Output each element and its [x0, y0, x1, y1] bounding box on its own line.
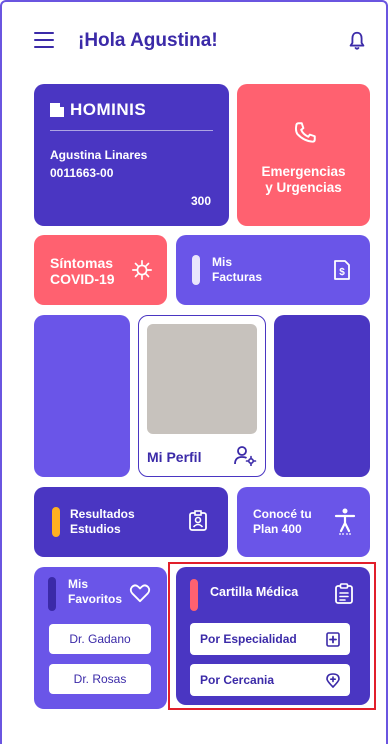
resultados-tile[interactable]: Resultados Estudios — [34, 487, 228, 557]
facturas-label-line2: Facturas — [212, 270, 263, 284]
promo-block-left[interactable] — [34, 315, 130, 477]
emergencias-tile[interactable]: Emergencias y Urgencias — [237, 84, 370, 226]
divider — [50, 130, 213, 131]
facturas-label: Mis Facturas — [212, 255, 262, 285]
covid-label-line1: Síntomas — [50, 255, 114, 271]
svg-text:$: $ — [339, 267, 345, 278]
membership-card[interactable]: HOMINIS Agustina Linares 0011663-00 300 — [34, 84, 229, 226]
plan-number: 300 — [190, 194, 211, 208]
favoritos-accent-bar — [48, 577, 56, 611]
phone-icon — [295, 122, 316, 143]
facturas-label-line1: Mis — [212, 255, 233, 269]
virus-icon — [132, 260, 152, 280]
promo-block-right[interactable] — [274, 315, 370, 477]
emergencias-label-line2: y Urgencias — [265, 180, 342, 195]
conoce-label-line1: Conocé tu — [253, 507, 312, 521]
selection-highlight — [168, 562, 376, 710]
conoce-label-line2: Plan 400 — [253, 522, 302, 536]
perfil-label: Mi Perfil — [147, 449, 202, 465]
member-id: 0011663-00 — [50, 166, 114, 180]
resultados-label-line1: Resultados — [70, 507, 135, 521]
bell-icon[interactable] — [346, 30, 368, 52]
id-badge-icon — [189, 510, 207, 531]
user-settings-icon — [234, 446, 257, 466]
heart-icon[interactable] — [129, 583, 151, 603]
emergencias-label: Emergencias y Urgencias — [237, 164, 370, 196]
covid-label-line2: COVID-19 — [50, 271, 115, 287]
favoritos-label: Mis Favoritos — [68, 577, 122, 607]
member-name: Agustina Linares — [50, 148, 148, 162]
brand-logo: HOMINIS — [50, 100, 146, 120]
facturas-accent-bar — [192, 255, 200, 285]
resultados-label-line2: Estudios — [70, 522, 121, 536]
brand-name: HOMINIS — [70, 100, 147, 119]
perfil-tile[interactable]: Mi Perfil — [138, 315, 266, 477]
favoritos-tile: Mis Favoritos Dr. Gadano Dr. Rosas — [34, 567, 167, 709]
covid-label: Síntomas COVID-19 — [50, 255, 115, 287]
favoritos-label-line1: Mis — [68, 577, 89, 591]
profile-photo — [147, 324, 257, 434]
facturas-tile[interactable]: Mis Facturas $ — [176, 235, 370, 305]
emergencias-label-line1: Emergencias — [261, 164, 346, 179]
conoce-plan-tile[interactable]: Conocé tu Plan 400 — [237, 487, 370, 557]
invoice-icon: $ — [334, 260, 350, 280]
hominis-logo-icon — [50, 101, 66, 117]
menu-icon[interactable] — [34, 32, 54, 48]
resultados-accent-bar — [52, 507, 60, 537]
page-title: ¡Hola Agustina! — [78, 30, 218, 51]
favorite-doctor-button[interactable]: Dr. Rosas — [49, 664, 151, 694]
resultados-label: Resultados Estudios — [70, 507, 135, 537]
favoritos-label-line2: Favoritos — [68, 592, 123, 606]
favorite-doctor-button[interactable]: Dr. Gadano — [49, 624, 151, 654]
header: ¡Hola Agustina! — [0, 0, 388, 80]
accessibility-icon — [334, 508, 356, 535]
conoce-label: Conocé tu Plan 400 — [253, 507, 312, 537]
covid-tile[interactable]: Síntomas COVID-19 — [34, 235, 167, 305]
